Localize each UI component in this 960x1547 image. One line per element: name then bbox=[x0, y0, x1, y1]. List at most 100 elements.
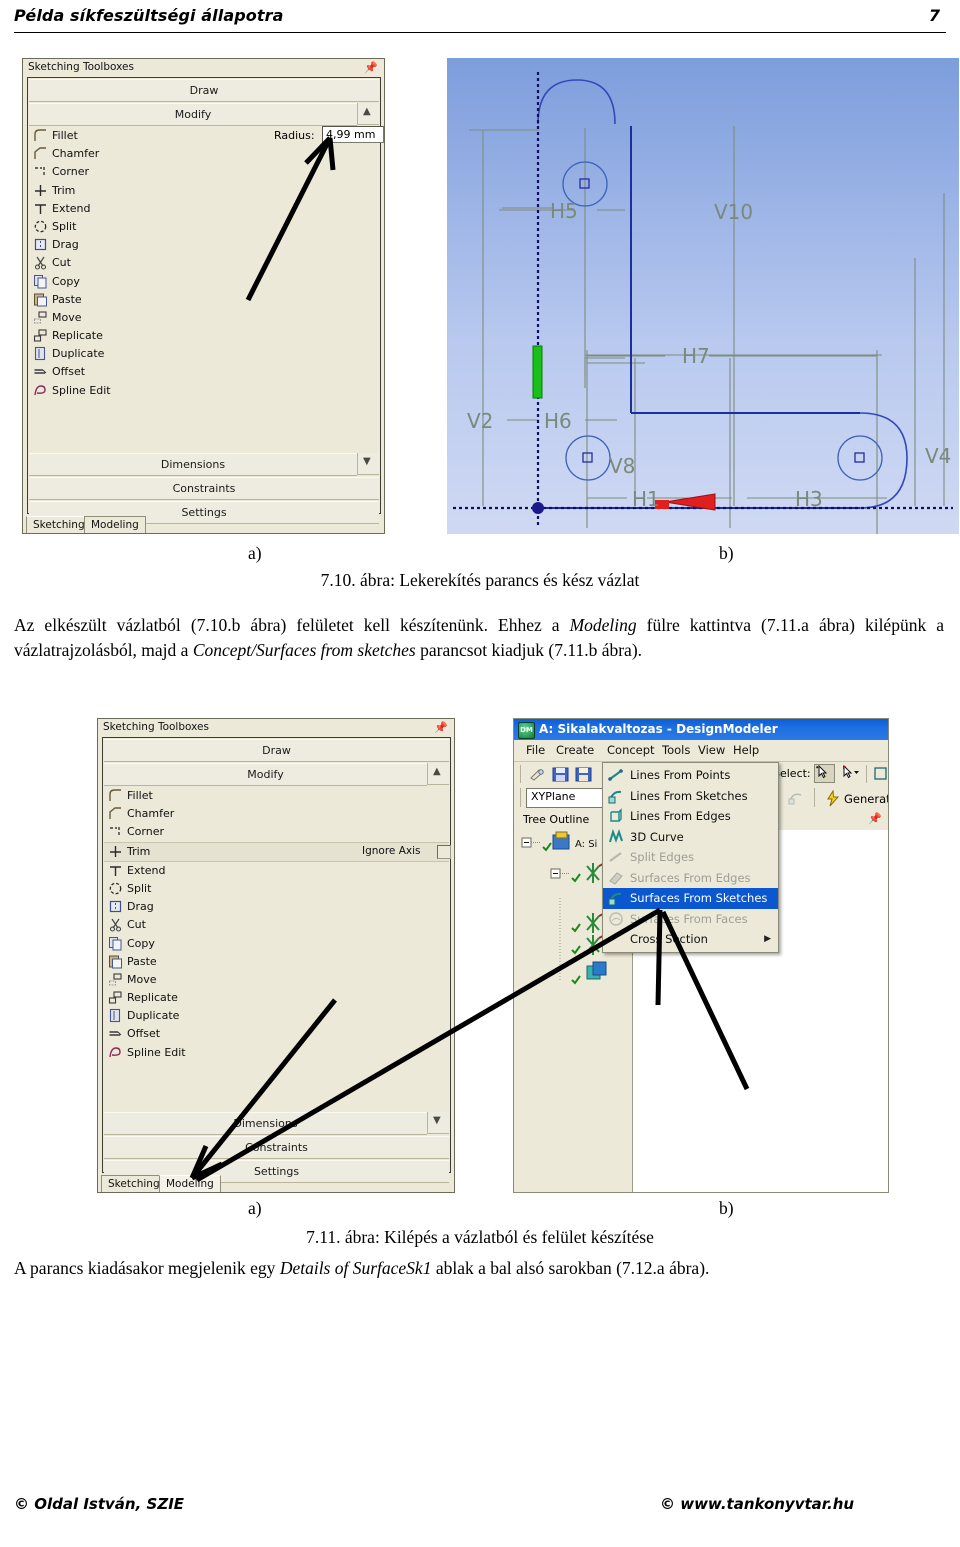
tool-label: Fillet bbox=[127, 789, 153, 802]
split-edges-icon bbox=[608, 849, 624, 865]
menu-item-surfaces-from-edges: Surfaces From Edges bbox=[603, 868, 778, 889]
offset-icon bbox=[108, 1026, 123, 1041]
tool-label: Drag bbox=[127, 900, 154, 914]
section-modify[interactable]: Modify bbox=[104, 763, 427, 786]
tool-label: Fillet bbox=[52, 129, 78, 142]
tool-row-chamfer[interactable]: Chamfer bbox=[104, 805, 449, 823]
pin-icon[interactable]: 📌 bbox=[364, 61, 378, 74]
section-draw[interactable]: Draw bbox=[29, 79, 379, 102]
tool-row-move[interactable]: Move bbox=[29, 309, 379, 327]
select-mode-dropdown-icon[interactable] bbox=[839, 764, 860, 783]
tool-label: Copy bbox=[127, 936, 155, 950]
ignore-axis-checkbox[interactable] bbox=[437, 844, 451, 859]
menu-create[interactable]: Create bbox=[556, 743, 594, 757]
section-dimensions[interactable]: Dimensions bbox=[104, 1112, 427, 1135]
section-modify[interactable]: Modify bbox=[29, 103, 357, 126]
tool-row-duplicate[interactable]: Duplicate bbox=[29, 345, 379, 363]
tool-row-trim[interactable]: Trim bbox=[29, 182, 379, 200]
trim-icon bbox=[33, 183, 48, 198]
tool-row-extend[interactable]: Extend bbox=[29, 200, 379, 218]
tool-row-move[interactable]: Move bbox=[104, 971, 449, 989]
menu-view[interactable]: View bbox=[698, 743, 725, 757]
menu-item-lines-from-sketches[interactable]: Lines From Sketches bbox=[603, 786, 778, 807]
tool-row-replicate[interactable]: Replicate bbox=[104, 989, 449, 1007]
menu-concept[interactable]: Concept bbox=[607, 743, 655, 757]
tool-row-cut[interactable]: Cut bbox=[29, 254, 379, 272]
tool-row-duplicate[interactable]: Duplicate bbox=[104, 1007, 449, 1025]
figure-711-label-a: a) bbox=[248, 1198, 262, 1218]
menu-item-lines-from-points[interactable]: Lines From Points bbox=[603, 765, 778, 786]
panel-title: Sketching Toolboxes bbox=[103, 721, 209, 733]
tool-row-drag[interactable]: Drag bbox=[104, 898, 449, 916]
chevron-right-icon: ▶ bbox=[764, 934, 771, 944]
menu-item-3d-curve[interactable]: 3D Curve bbox=[603, 827, 778, 848]
pin-icon[interactable]: 📌 bbox=[868, 812, 882, 825]
tab-sketching[interactable]: Sketching bbox=[26, 516, 92, 533]
tool-row-cut[interactable]: Cut bbox=[104, 916, 449, 934]
tab-modeling[interactable]: Modeling bbox=[84, 516, 146, 533]
tool-row-corner[interactable]: Corner bbox=[104, 823, 449, 841]
tool-row-split[interactable]: Split bbox=[104, 880, 449, 898]
plane-combobox[interactable]: XYPlane bbox=[526, 788, 613, 808]
fillet-icon bbox=[108, 788, 123, 803]
collapse-up-icon[interactable]: ▲ bbox=[357, 103, 379, 125]
box-select-icon[interactable] bbox=[872, 765, 888, 784]
generate-icon[interactable] bbox=[824, 789, 845, 808]
para2-run1: A parancs kiadásakor megjelenik egy bbox=[14, 1258, 280, 1278]
tool-row-copy[interactable]: Copy bbox=[104, 935, 449, 953]
menu-file[interactable]: File bbox=[526, 743, 545, 757]
section-constraints[interactable]: Constraints bbox=[104, 1136, 449, 1159]
concept-dropdown-menu[interactable]: Lines From Points Lines From Sketches Li… bbox=[602, 762, 779, 953]
save-icon[interactable] bbox=[550, 765, 571, 784]
tool-row-replicate[interactable]: Replicate bbox=[29, 327, 379, 345]
tool-row-trim[interactable]: Trim Ignore Axis bbox=[104, 841, 451, 862]
modify-tool-list: Fillet Chamfer Corner Trim Ignore Axis E… bbox=[104, 787, 451, 1111]
figure-711-caption: 7.11. ábra: Kilépés a vázlatból és felül… bbox=[306, 1227, 654, 1247]
tool-row-spline-edit[interactable]: Spline Edit bbox=[29, 382, 379, 400]
window-title-bar: DM A: Sikalakvaltozas - DesignModeler bbox=[514, 719, 888, 740]
tool-row-paste[interactable]: Paste bbox=[29, 291, 379, 309]
tool-row-offset[interactable]: Offset bbox=[104, 1025, 449, 1043]
expand-down-icon[interactable]: ▼ bbox=[427, 1112, 449, 1134]
generate-label[interactable]: Generate bbox=[844, 792, 888, 806]
pin-icon[interactable]: 📌 bbox=[434, 721, 448, 734]
para1-run3: parancsot kiadjuk (7.11.b ábra). bbox=[415, 640, 643, 660]
tool-row-chamfer[interactable]: Chamfer bbox=[29, 145, 379, 163]
new-icon[interactable] bbox=[527, 765, 548, 784]
figure-710-label-a: a) bbox=[248, 543, 262, 563]
tool-row-offset[interactable]: Offset bbox=[29, 363, 379, 381]
cad-viewport-710b[interactable]: V2 H5 V10 H6 H7 V8 V4 H1 H3 bbox=[447, 58, 959, 534]
collapse-up-icon[interactable]: ▲ bbox=[427, 763, 449, 785]
tool-row-split[interactable]: Split bbox=[29, 218, 379, 236]
menu-bar: File Create Concept Tools View Help bbox=[514, 740, 888, 762]
tab-sketching[interactable]: Sketching bbox=[101, 1175, 167, 1192]
tool-label: Move bbox=[127, 972, 157, 986]
extend-icon bbox=[33, 201, 48, 216]
save-as-icon[interactable] bbox=[573, 765, 594, 784]
tool-row-fillet[interactable]: Fillet bbox=[104, 787, 449, 805]
tool-row-spline-edit[interactable]: Spline Edit bbox=[104, 1044, 449, 1062]
paragraph-1: Az elkészült vázlatból (7.10.b ábra) fel… bbox=[14, 613, 944, 663]
para2-run2: ablak a bal alsó sarokban (7.12.a ábra). bbox=[431, 1258, 710, 1278]
mode-tabstrip: Sketching Modeling bbox=[101, 1175, 452, 1192]
select-single-icon[interactable] bbox=[814, 764, 835, 783]
tool-row-extend[interactable]: Extend bbox=[104, 862, 449, 880]
radius-input[interactable]: 4,99 mm bbox=[322, 126, 384, 143]
menu-help[interactable]: Help bbox=[733, 743, 759, 757]
tool-row-corner[interactable]: Corner bbox=[29, 163, 379, 181]
fillet-icon bbox=[33, 128, 48, 143]
tool-row-copy[interactable]: Copy bbox=[29, 273, 379, 291]
section-constraints[interactable]: Constraints bbox=[29, 477, 379, 500]
menu-tools[interactable]: Tools bbox=[662, 743, 690, 757]
expand-down-icon[interactable]: ▼ bbox=[357, 453, 379, 475]
section-dimensions[interactable]: Dimensions bbox=[29, 453, 357, 476]
menu-item-lines-from-edges[interactable]: Lines From Edges bbox=[603, 806, 778, 827]
chamfer-icon bbox=[33, 146, 48, 161]
menu-item-cross-section[interactable]: Cross Section ▶ bbox=[603, 929, 778, 950]
tab-modeling[interactable]: Modeling bbox=[159, 1175, 221, 1192]
tool-label: Split bbox=[52, 219, 77, 233]
menu-item-surfaces-from-sketches[interactable]: Surfaces From Sketches bbox=[603, 888, 778, 909]
tool-row-paste[interactable]: Paste bbox=[104, 953, 449, 971]
section-draw[interactable]: Draw bbox=[104, 739, 449, 762]
tool-row-drag[interactable]: Drag bbox=[29, 236, 379, 254]
